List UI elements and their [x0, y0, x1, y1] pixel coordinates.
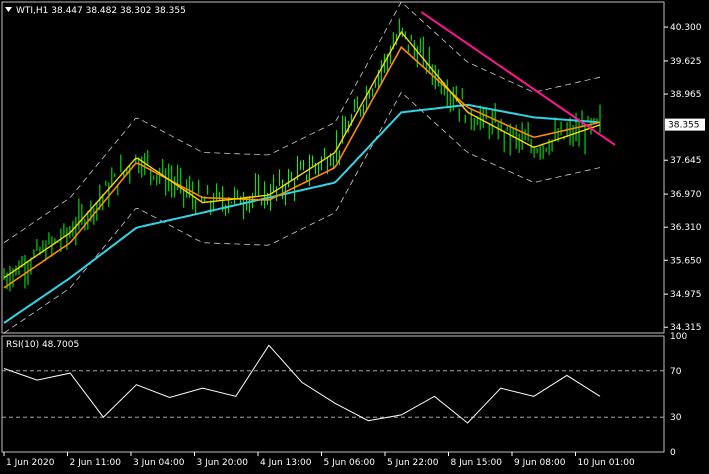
time-tick-label: 2 Jun 11:00: [70, 458, 122, 468]
time-tick-label: 9 Jun 08:00: [514, 458, 566, 468]
rsi-line: [3, 344, 601, 424]
time-tick-label: 1 Jun 2020: [6, 458, 55, 468]
dropdown-arrow-icon[interactable]: [5, 7, 12, 12]
axes: 40.300 39.625 38.965 37.645 36.970 36.310 35.6…: [3, 23, 705, 468]
price-tick-label: 36.970: [670, 190, 702, 200]
time-tick-label: 5 Jun 06:00: [324, 458, 376, 468]
price-tick-label: 34.975: [670, 290, 702, 300]
rsi-panel: [1, 335, 665, 453]
chart-title: WTI,H1 38.447 38.482 38.302 38.355: [16, 6, 186, 16]
price-tick-label: 37.645: [670, 156, 702, 166]
price-panel: [1, 1, 665, 334]
time-tick-label: 4 Jun 13:00: [260, 458, 312, 468]
candles: [3, 18, 601, 292]
price-tick-label: 36.310: [670, 223, 702, 233]
rsi-label: RSI(10) 48.7005: [6, 340, 79, 350]
chart-canvas[interactable]: 40.300 39.625 38.965 37.645 36.970 36.310 35.6…: [0, 0, 709, 470]
time-tick-label: 3 Jun 04:00: [133, 458, 185, 468]
rsi-axis-label: 0: [670, 448, 676, 458]
rsi-panel-frame: [1, 335, 665, 453]
price-tick-label: 39.625: [670, 57, 702, 67]
time-tick-label: 5 Jun 22:00: [387, 458, 439, 468]
moving-averages: [3, 30, 601, 324]
price-tick-label: 35.650: [670, 256, 702, 266]
bollinger-bands: [3, 1, 601, 334]
rsi-axis-label: 70: [670, 367, 682, 377]
time-tick-label: 8 Jun 15:00: [451, 458, 503, 468]
time-tick-label: 10 Jun 01:00: [578, 458, 635, 468]
trendline[interactable]: [420, 11, 616, 146]
rsi-level-lines: [2, 370, 664, 418]
time-tick-label: 3 Jun 20:00: [197, 458, 249, 468]
current-price-label: 38.355: [668, 121, 700, 131]
rsi-axis-label: 100: [670, 332, 687, 342]
rsi-axis-label: 30: [670, 413, 682, 423]
ma-mid-line: [3, 45, 601, 289]
price-tick-label: 38.965: [670, 90, 702, 100]
trading-chart[interactable]: 40.300 39.625 38.965 37.645 36.970 36.310 35.6…: [0, 0, 709, 470]
price-tick-label: 40.300: [670, 23, 702, 33]
